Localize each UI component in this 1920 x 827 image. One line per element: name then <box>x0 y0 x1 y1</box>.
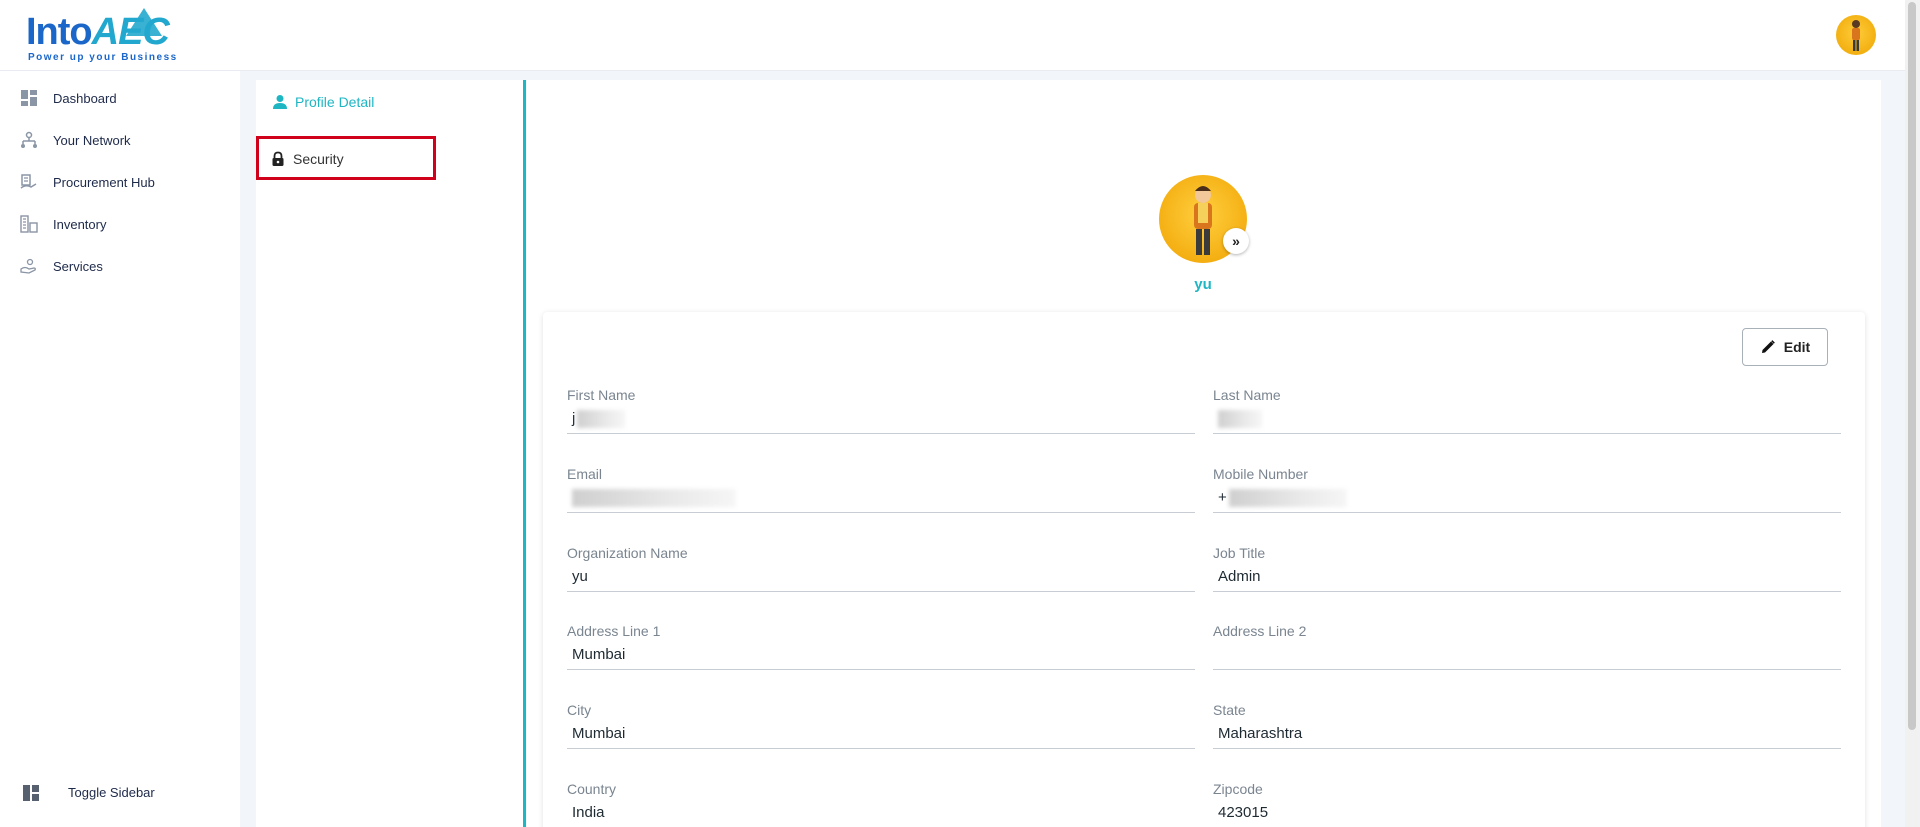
sidebar-item-inventory[interactable]: Inventory <box>0 207 240 241</box>
services-hand-icon <box>20 258 36 274</box>
field-label: Organization Name <box>567 545 688 561</box>
last-name-field[interactable]: Last Name <box>1213 387 1841 443</box>
field-label: Address Line 1 <box>567 623 661 639</box>
organization-name-value: yu <box>572 568 588 585</box>
address-line-1-value: Mumbai <box>572 646 626 663</box>
profile-details-card: Edit First Name j Last Name Email Mobile… <box>543 312 1865 827</box>
zipcode-field[interactable]: Zipcode 423015 <box>1213 781 1841 827</box>
email-field[interactable]: Email <box>567 466 1195 522</box>
zipcode-value: 423015 <box>1218 804 1269 821</box>
field-label: Zipcode <box>1213 781 1263 797</box>
field-underline <box>567 512 1195 513</box>
field-underline <box>567 669 1195 670</box>
sidebar-item-label: Inventory <box>53 216 107 232</box>
avatar-figure-icon <box>1852 20 1860 51</box>
field-underline <box>1213 669 1841 670</box>
city-value: Mumbai <box>572 725 626 742</box>
user-avatar-button[interactable] <box>1836 15 1876 55</box>
field-underline <box>1213 748 1841 749</box>
field-label: Last Name <box>1213 387 1281 403</box>
redacted-text <box>572 489 736 507</box>
network-icon <box>21 131 37 148</box>
pencil-icon <box>1761 340 1775 353</box>
inventory-icon <box>20 215 38 233</box>
sidebar-item-label: Dashboard <box>53 90 117 106</box>
sidebar-item-label: Services <box>53 258 103 274</box>
field-label: City <box>567 702 592 718</box>
field-underline <box>567 433 1195 434</box>
country-field[interactable]: Country India <box>567 781 1195 827</box>
mobile-number-value: + <box>1218 489 1227 506</box>
user-icon <box>273 95 287 109</box>
field-label: Address Line 2 <box>1213 623 1307 639</box>
state-field[interactable]: State Maharashtra <box>1213 702 1841 758</box>
redacted-text <box>1229 489 1347 507</box>
field-label: First Name <box>567 387 636 403</box>
logo-tagline: Power up your Business <box>28 52 178 63</box>
tab-security[interactable]: Security <box>256 136 436 180</box>
field-underline <box>1213 433 1841 434</box>
job-title-value: Admin <box>1218 568 1261 585</box>
procurement-icon <box>20 174 37 189</box>
first-name-value: j <box>572 410 576 427</box>
field-label: Mobile Number <box>1213 466 1308 482</box>
sidebar-item-your-network[interactable]: Your Network <box>0 123 240 157</box>
field-underline <box>1213 591 1841 592</box>
lock-icon <box>272 151 284 166</box>
top-bar: IntoAEC Power up your Business <box>0 0 1905 71</box>
redacted-text <box>1218 410 1262 428</box>
field-label: Job Title <box>1213 545 1266 561</box>
sidebar-item-services[interactable]: Services <box>0 249 240 283</box>
mobile-number-field[interactable]: Mobile Number + <box>1213 466 1841 522</box>
field-underline <box>567 591 1195 592</box>
field-label: Email <box>567 466 603 482</box>
edit-button-label: Edit <box>1783 339 1811 355</box>
toggle-sidebar-icon <box>23 785 39 801</box>
dashboard-icon <box>21 90 37 106</box>
toggle-sidebar-label: Toggle Sidebar <box>68 785 155 800</box>
field-underline <box>1213 512 1841 513</box>
avatar-expand-icon[interactable]: » <box>1223 228 1249 254</box>
organization-name-field[interactable]: Organization Name yu <box>567 545 1195 601</box>
field-label: Country <box>567 781 617 797</box>
page-scrollbar-thumb[interactable] <box>1908 2 1916 730</box>
profile-tabs-panel: Profile Detail Security <box>256 80 526 827</box>
sidebar-item-label: Procurement Hub <box>53 174 155 190</box>
tab-label: Security <box>293 151 344 167</box>
redacted-text <box>577 410 625 428</box>
sidebar-item-procurement-hub[interactable]: Procurement Hub <box>0 165 240 199</box>
tab-label: Profile Detail <box>295 94 375 110</box>
country-value: India <box>572 804 605 821</box>
field-label: State <box>1213 702 1246 718</box>
intoaec-logo[interactable]: IntoAEC Power up your Business <box>26 6 182 64</box>
address-line-1-field[interactable]: Address Line 1 Mumbai <box>567 623 1195 679</box>
edit-button[interactable]: Edit <box>1742 328 1828 366</box>
city-field[interactable]: City Mumbai <box>567 702 1195 758</box>
sidebar: Dashboard Your Network Procurement Hub I… <box>0 71 240 827</box>
state-value: Maharashtra <box>1218 725 1303 742</box>
first-name-field[interactable]: First Name j <box>567 387 1195 443</box>
address-line-2-field[interactable]: Address Line 2 <box>1213 623 1841 679</box>
toggle-sidebar-button[interactable]: Toggle Sidebar <box>0 776 240 810</box>
job-title-field[interactable]: Job Title Admin <box>1213 545 1841 601</box>
profile-name: yu <box>1194 276 1212 293</box>
sidebar-item-label: Your Network <box>53 132 131 148</box>
sidebar-item-dashboard[interactable]: Dashboard <box>0 81 240 115</box>
profile-main: » yu Edit First Name j Last Name Email M… <box>527 80 1881 827</box>
tab-profile-detail[interactable]: Profile Detail <box>256 80 436 124</box>
field-underline <box>567 748 1195 749</box>
logo-wordmark: IntoAEC <box>26 11 170 53</box>
